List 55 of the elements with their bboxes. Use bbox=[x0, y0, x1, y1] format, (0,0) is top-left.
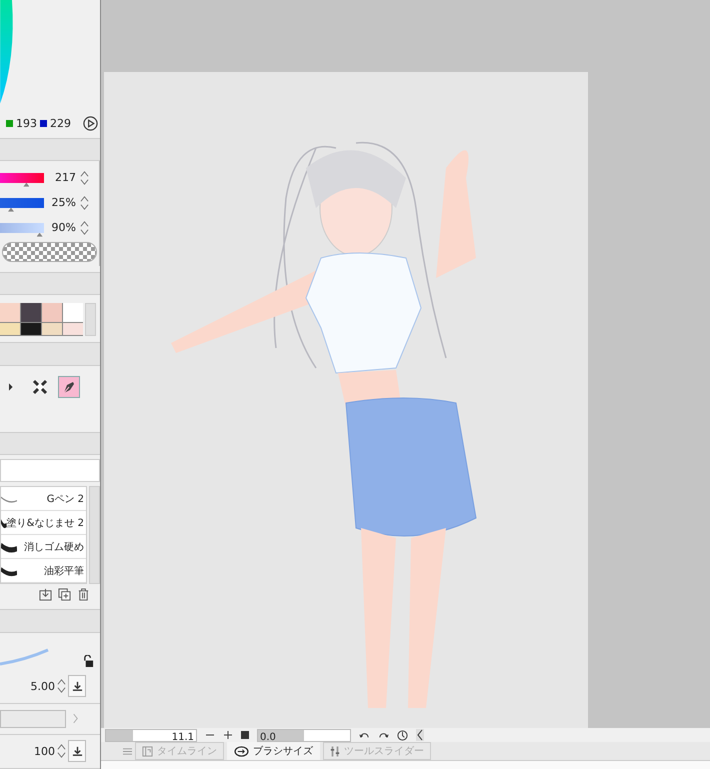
channel-value: 229 bbox=[50, 116, 71, 130]
download-icon bbox=[72, 680, 82, 692]
color-swatch[interactable] bbox=[0, 303, 20, 322]
sliders-icon bbox=[330, 746, 340, 757]
color-swatch[interactable] bbox=[42, 323, 62, 336]
spinner-icon[interactable] bbox=[80, 220, 89, 236]
brush-item[interactable]: Gペン 2 bbox=[1, 487, 86, 512]
slider-value: 25% bbox=[50, 196, 76, 210]
transparency-swatch[interactable] bbox=[2, 242, 97, 262]
spinner-icon[interactable] bbox=[80, 170, 89, 186]
opacity-value: 100 bbox=[34, 744, 55, 758]
tool-button[interactable] bbox=[58, 376, 80, 398]
timeline-icon bbox=[142, 746, 153, 757]
channel-value: 193 bbox=[16, 116, 37, 130]
slider-value: 90% bbox=[50, 221, 76, 234]
cross-icon bbox=[32, 378, 48, 395]
color-swatch[interactable] bbox=[63, 323, 83, 336]
input-field[interactable] bbox=[0, 710, 66, 728]
download-button[interactable] bbox=[68, 740, 86, 762]
download-button[interactable] bbox=[68, 675, 86, 698]
trash-icon[interactable] bbox=[77, 588, 90, 602]
color-swatch[interactable] bbox=[42, 303, 62, 322]
square-icon[interactable] bbox=[241, 731, 249, 740]
color-swatch[interactable] bbox=[63, 303, 83, 322]
scrollbar[interactable] bbox=[89, 486, 100, 584]
color-swatch[interactable] bbox=[21, 303, 41, 322]
arrow-circle-icon bbox=[234, 746, 249, 757]
slider-thumb[interactable] bbox=[36, 232, 43, 237]
brush-item[interactable]: 消しゴム硬め bbox=[1, 535, 86, 560]
lock-icon[interactable] bbox=[83, 654, 94, 668]
import-icon[interactable] bbox=[39, 588, 52, 602]
slider-thumb[interactable] bbox=[8, 208, 14, 212]
brush-item[interactable]: 油彩平筆 bbox=[1, 559, 86, 584]
spinner-icon[interactable] bbox=[80, 194, 89, 211]
brush-stroke-preview bbox=[0, 648, 50, 668]
scrollbar[interactable] bbox=[85, 303, 96, 336]
brush-item[interactable]: 塗り&なじませ 2 bbox=[1, 511, 86, 536]
zoom-slider[interactable]: 11.1 bbox=[105, 728, 197, 742]
chevron-left-icon[interactable] bbox=[416, 729, 424, 742]
color-swatch[interactable] bbox=[21, 323, 41, 336]
download-icon bbox=[72, 746, 82, 757]
duplicate-icon[interactable] bbox=[58, 588, 71, 602]
play-icon[interactable] bbox=[83, 116, 98, 131]
brush-size-value: 5.00 bbox=[30, 680, 55, 693]
slider-value: 217 bbox=[54, 171, 76, 184]
slider-thumb[interactable] bbox=[23, 182, 30, 187]
spinner-icon[interactable] bbox=[57, 678, 66, 694]
plus-icon[interactable] bbox=[223, 730, 233, 740]
channel-swatch-icon bbox=[6, 120, 13, 127]
spinner-icon[interactable] bbox=[57, 743, 66, 760]
rotation-slider[interactable]: 0.0 bbox=[257, 728, 351, 742]
channel-swatch-icon bbox=[40, 120, 47, 127]
panel-tab[interactable]: ブラシサイズ bbox=[227, 742, 320, 760]
input-field[interactable] bbox=[0, 459, 100, 482]
color-swatch[interactable] bbox=[0, 323, 20, 336]
